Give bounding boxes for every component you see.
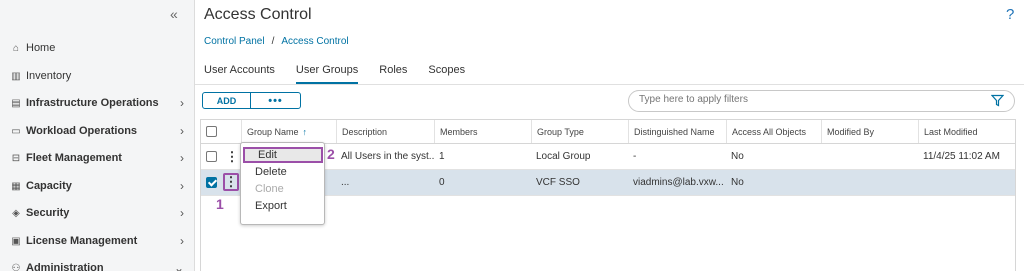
sidebar-item-license-management[interactable]: ▣ License Management › — [10, 231, 190, 251]
license-icon: ▣ — [11, 235, 21, 247]
column-header-last-modified[interactable]: Last Modified — [918, 120, 1015, 143]
chevron-right-icon: › — [180, 151, 184, 165]
sidebar-item-label: Security — [26, 207, 70, 219]
breadcrumb-control-panel[interactable]: Control Panel — [204, 36, 265, 47]
chevron-right-icon: › — [180, 206, 184, 220]
row-checkbox[interactable] — [206, 151, 217, 162]
sidebar-item-label: License Management — [26, 235, 138, 247]
annotation-step-2: 2 — [327, 146, 335, 162]
sidebar-item-label: Infrastructure Operations — [26, 97, 159, 109]
help-icon[interactable]: ? — [1006, 6, 1014, 23]
cell-description: ... — [341, 177, 350, 188]
column-header-group-type[interactable]: Group Type — [531, 120, 628, 143]
more-actions-button[interactable]: ••• — [251, 93, 300, 108]
breadcrumb: Control Panel / Access Control — [204, 36, 349, 47]
cell-members: 1 — [439, 151, 445, 162]
breadcrumb-separator: / — [271, 36, 275, 47]
sidebar-item-administration[interactable]: ⚇ Administration ⌄ — [10, 258, 190, 271]
menu-item-edit[interactable]: Edit — [243, 147, 323, 163]
sidebar-item-fleet-management[interactable]: ⊟ Fleet Management › — [10, 148, 190, 168]
sidebar-item-capacity[interactable]: ▦ Capacity › — [10, 176, 190, 196]
admin-icon: ⚇ — [11, 262, 21, 271]
workload-icon: ▭ — [11, 125, 21, 137]
tab-bar: User Accounts User Groups Roles Scopes — [204, 64, 486, 84]
tab-user-groups[interactable]: User Groups — [295, 64, 359, 84]
sidebar-item-label: Capacity — [26, 180, 72, 192]
sidebar-item-label: Home — [26, 42, 56, 54]
column-header-description[interactable]: Description — [336, 120, 434, 143]
cell-group-type: VCF SSO — [536, 177, 580, 188]
column-header-modified-by[interactable]: Modified By — [821, 120, 918, 143]
tab-user-accounts[interactable]: User Accounts — [204, 64, 275, 84]
cell-last-modified: 11/4/25 11:02 AM — [923, 151, 1000, 162]
sidebar-item-workload-operations[interactable]: ▭ Workload Operations › — [10, 121, 190, 141]
funnel-icon[interactable] — [991, 94, 1004, 107]
sidebar-item-label: Administration — [26, 262, 104, 271]
row-checkbox[interactable] — [206, 177, 217, 188]
cell-access-all-objects: No — [731, 177, 744, 188]
infrastructure-icon: ▤ — [11, 97, 21, 109]
sidebar-item-inventory[interactable]: ▥ Inventory — [10, 66, 190, 86]
chevron-right-icon: › — [180, 179, 184, 193]
cell-members: 0 — [439, 177, 445, 188]
cell-group-type: Local Group — [536, 151, 591, 162]
row-actions-kebab-icon[interactable]: ⋮ — [223, 173, 239, 191]
sidebar: « ⌂ Home ▥ Inventory ▤ Infrastructure Op… — [0, 0, 195, 271]
collapse-sidebar-icon[interactable]: « — [170, 6, 178, 22]
chevron-right-icon: › — [180, 234, 184, 248]
tab-scopes[interactable]: Scopes — [428, 64, 465, 84]
table-header-row: Group Name ↑ Description Members Group T… — [201, 120, 1015, 144]
breadcrumb-access-control[interactable]: Access Control — [281, 36, 348, 47]
sort-ascending-icon: ↑ — [302, 126, 308, 137]
filter-input[interactable] — [639, 94, 979, 105]
column-header-access-all-objects[interactable]: Access All Objects — [726, 120, 821, 143]
sidebar-item-label: Inventory — [26, 70, 72, 82]
cell-distinguished-name: - — [633, 151, 637, 162]
home-icon: ⌂ — [12, 42, 20, 54]
column-header-label: Group Name — [247, 126, 299, 137]
column-header-members[interactable]: Members — [434, 120, 531, 143]
tab-roles[interactable]: Roles — [379, 64, 407, 84]
row-actions-kebab-icon[interactable]: ⋮ — [226, 148, 239, 166]
menu-item-export[interactable]: Export — [242, 198, 324, 214]
menu-item-delete[interactable]: Delete — [242, 164, 324, 180]
annotation-step-1: 1 — [216, 196, 224, 212]
sidebar-item-label: Workload Operations — [26, 125, 138, 137]
menu-item-clone: Clone — [255, 183, 284, 195]
sidebar-item-infrastructure-operations[interactable]: ▤ Infrastructure Operations › — [10, 93, 190, 113]
sidebar-item-security[interactable]: ◈ Security › — [10, 203, 190, 223]
column-header-group-name[interactable]: Group Name ↑ — [241, 120, 336, 143]
cell-last-modified — [918, 170, 1015, 195]
inventory-icon: ▥ — [11, 70, 21, 82]
capacity-icon: ▦ — [11, 180, 21, 192]
action-button-group: ADD ••• — [202, 92, 301, 109]
row-context-menu: Edit Delete Clone Export — [240, 142, 325, 225]
cell-modified-by — [821, 144, 918, 169]
cell-access-all-objects: No — [731, 151, 744, 162]
filter-box — [628, 90, 1015, 112]
select-all-checkbox[interactable] — [206, 126, 217, 137]
fleet-icon: ⊟ — [11, 152, 21, 164]
shield-icon: ◈ — [12, 207, 20, 219]
column-header-distinguished-name[interactable]: Distinguished Name — [628, 120, 726, 143]
chevron-down-icon: ⌄ — [173, 261, 184, 271]
chevron-right-icon: › — [180, 96, 184, 110]
cell-modified-by — [821, 170, 918, 195]
page-title: Access Control — [204, 6, 312, 23]
cell-distinguished-name: viadmins@lab.vxw... — [633, 177, 724, 188]
sidebar-item-home[interactable]: ⌂ Home — [10, 38, 190, 58]
sidebar-item-label: Fleet Management — [26, 152, 122, 164]
chevron-right-icon: › — [180, 124, 184, 138]
tab-divider — [195, 84, 1024, 85]
cell-description: All Users in the syst... — [341, 151, 434, 162]
add-button[interactable]: ADD — [203, 93, 251, 108]
